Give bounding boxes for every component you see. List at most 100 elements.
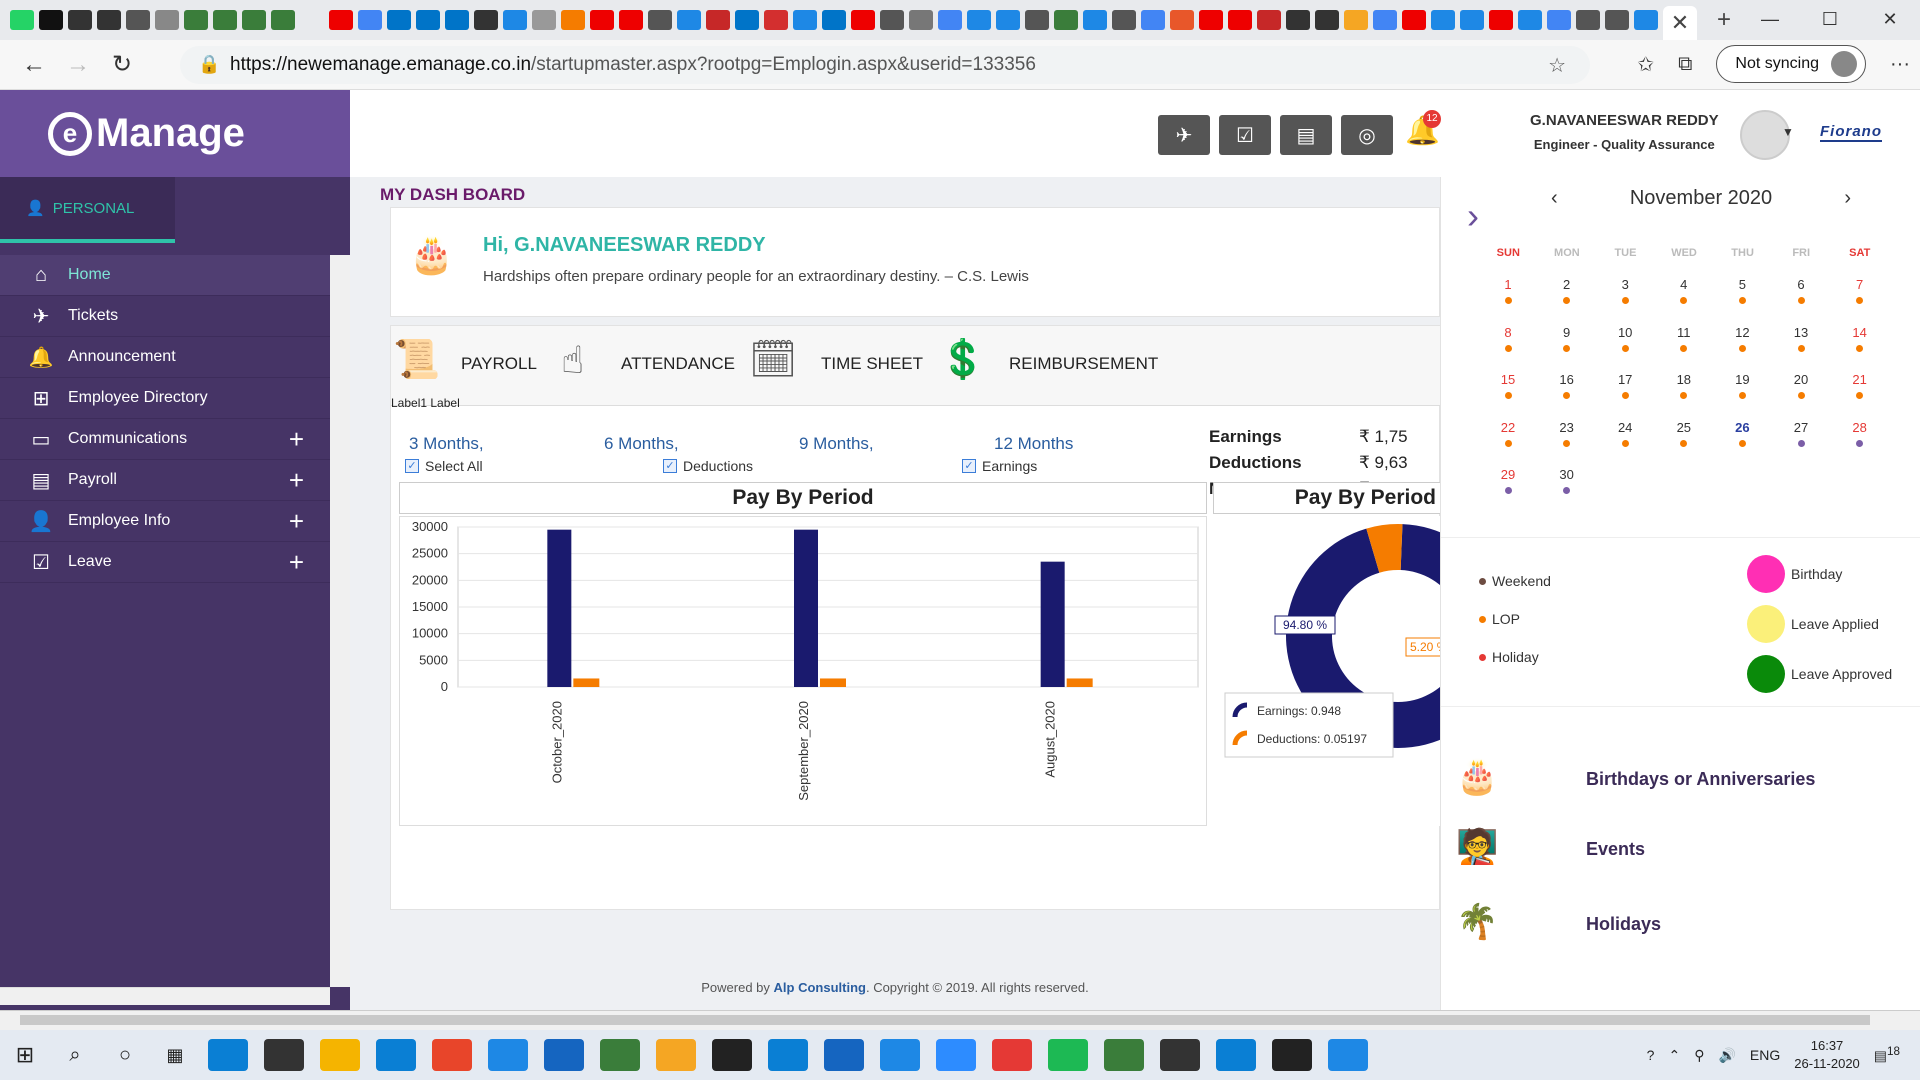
document-button[interactable]: ▤	[1280, 115, 1332, 155]
period-6-months[interactable]: 6 Months,	[604, 434, 679, 454]
calendar-day[interactable]: 25	[1655, 420, 1713, 447]
browser-tab-icon[interactable]	[706, 10, 730, 30]
footer-link[interactable]: Alp Consulting	[774, 980, 866, 995]
holidays-section[interactable]: 🌴 Holidays	[1441, 902, 1920, 962]
browser-tab-icon[interactable]	[445, 10, 469, 30]
calendar-day[interactable]: 19	[1713, 372, 1771, 399]
biometric-button[interactable]: ◎	[1341, 115, 1393, 155]
taskbar-app-icon[interactable]	[712, 1039, 752, 1071]
browser-tab-icon[interactable]	[938, 10, 962, 30]
expand-panel-arrow-icon[interactable]: ›	[1467, 195, 1479, 237]
expand-plus-icon[interactable]: +	[289, 547, 304, 578]
browser-tab-icon[interactable]	[68, 10, 92, 30]
browser-tab-icon[interactable]	[503, 10, 527, 30]
sidebar-item-tickets[interactable]: ✈ Tickets	[0, 296, 330, 337]
taskbar-app-icon[interactable]	[880, 1039, 920, 1071]
browser-tab-icon[interactable]	[329, 10, 353, 30]
browser-tab-icon[interactable]	[1518, 10, 1542, 30]
browser-tab-icon[interactable]	[39, 10, 63, 30]
browser-tab-icon[interactable]	[358, 10, 382, 30]
browser-tab-icon[interactable]	[1489, 10, 1513, 30]
browser-tab-icon[interactable]	[1402, 10, 1426, 30]
taskbar-app-icon[interactable]	[376, 1039, 416, 1071]
browser-tab-icon[interactable]	[1199, 10, 1223, 30]
taskbar-app-icon[interactable]	[1328, 1039, 1368, 1071]
prev-month-button[interactable]: ‹	[1551, 187, 1558, 210]
clock[interactable]: 16:37 26-11-2020	[1794, 1037, 1860, 1073]
browser-tab-icon[interactable]	[532, 10, 556, 30]
calendar-day[interactable]: 6	[1772, 277, 1830, 304]
hand-pointer-icon[interactable]: ☝	[561, 338, 584, 383]
browser-tab-icon[interactable]	[155, 10, 179, 30]
browser-tab-icon[interactable]	[590, 10, 614, 30]
taskbar-app-icon[interactable]	[656, 1039, 696, 1071]
browser-tab-icon[interactable]	[822, 10, 846, 30]
calendar-day[interactable]: 20	[1772, 372, 1830, 399]
calendar-day[interactable]: 27	[1772, 420, 1830, 447]
select-all-checkbox[interactable]: ✓ Select All	[405, 458, 483, 474]
browser-tab-icon[interactable]	[561, 10, 585, 30]
page-horizontal-scrollbar[interactable]	[0, 1010, 1920, 1030]
browser-tab-icon[interactable]	[1315, 10, 1339, 30]
taskbar-app-icon[interactable]	[432, 1039, 472, 1071]
sidebar-item-home[interactable]: ⌂ Home	[0, 255, 330, 296]
taskbar-app-icon[interactable]	[1272, 1039, 1312, 1071]
calendar-day[interactable]: 3	[1596, 277, 1654, 304]
expand-plus-icon[interactable]: +	[289, 506, 304, 537]
taskbar-app-icon[interactable]	[544, 1039, 584, 1071]
taskbar-app-icon[interactable]	[824, 1039, 864, 1071]
browser-tab-icon[interactable]	[677, 10, 701, 30]
calendar-day[interactable]: 13	[1772, 325, 1830, 352]
events-section[interactable]: 🧑‍🏫 Events	[1441, 827, 1920, 887]
calendar-day[interactable]: 28	[1831, 420, 1889, 447]
calendar-day[interactable]: 12	[1713, 325, 1771, 352]
birthdays-section[interactable]: 🎂 Birthdays or Anniversaries	[1441, 757, 1920, 817]
browser-tab-icon[interactable]	[1431, 10, 1455, 30]
sidebar-item-payroll[interactable]: ▤ Payroll +	[0, 460, 330, 501]
calendar-day[interactable]: 17	[1596, 372, 1654, 399]
browser-tab-icon[interactable]	[1605, 10, 1629, 30]
scrollbar-thumb[interactable]	[20, 1015, 1870, 1025]
earnings-checkbox[interactable]: ✓ Earnings	[962, 458, 1037, 474]
browser-tab-icon[interactable]	[1286, 10, 1310, 30]
tab-timesheet[interactable]: TIME SHEET	[821, 354, 923, 374]
calendar-button[interactable]: ☑	[1219, 115, 1271, 155]
notification-center-icon[interactable]: ▤18	[1874, 1045, 1900, 1065]
more-menu-icon[interactable]: ···	[1890, 53, 1910, 76]
forward-icon[interactable]: →	[56, 51, 100, 79]
taskbar-app-icon[interactable]	[1216, 1039, 1256, 1071]
calendar-day[interactable]: 22	[1479, 420, 1537, 447]
tickets-button[interactable]: ✈	[1158, 115, 1210, 155]
period-3-months[interactable]: 3 Months,	[409, 434, 484, 454]
browser-tab-icon[interactable]	[1257, 10, 1281, 30]
browser-tab-icon[interactable]	[1083, 10, 1107, 30]
calendar-day[interactable]: 15	[1479, 372, 1537, 399]
browser-tab-icon[interactable]	[271, 10, 295, 30]
timesheet-icon[interactable]: 🗓	[749, 338, 797, 382]
taskbar-app-icon[interactable]	[488, 1039, 528, 1071]
sidebar-item-leave[interactable]: ☑ Leave +	[0, 542, 330, 583]
calendar-day[interactable]: 29	[1479, 467, 1537, 494]
calendar-day[interactable]: 18	[1655, 372, 1713, 399]
taskbar-app-icon[interactable]	[208, 1039, 248, 1071]
browser-tab-icon[interactable]	[909, 10, 933, 30]
browser-tab-icon[interactable]	[851, 10, 875, 30]
volume-icon[interactable]: 🔊	[1718, 1047, 1735, 1064]
sidebar-item-employee-directory[interactable]: ⊞ Employee Directory	[0, 378, 330, 419]
calendar-day[interactable]: 14	[1831, 325, 1889, 352]
chevron-down-icon[interactable]: ▼	[1782, 125, 1794, 139]
sync-button[interactable]: Not syncing	[1716, 45, 1867, 83]
browser-tab-icon[interactable]	[1576, 10, 1600, 30]
url-field[interactable]: 🔒 https://newemanage.emanage.co.in /star…	[180, 46, 1590, 84]
sidebar-horizontal-scrollbar[interactable]	[0, 987, 330, 1005]
browser-tab-icon[interactable]	[1170, 10, 1194, 30]
browser-tab-icon[interactable]	[300, 10, 324, 30]
browser-tab-icon[interactable]	[416, 10, 440, 30]
expand-plus-icon[interactable]: +	[289, 465, 304, 496]
taskbar-app-icon[interactable]	[768, 1039, 808, 1071]
tab-reimbursement[interactable]: REIMBURSEMENT	[1009, 354, 1158, 374]
calendar-day[interactable]: 7	[1831, 277, 1889, 304]
tab-payroll[interactable]: PAYROLL	[461, 354, 537, 374]
cortana-icon[interactable]: ○	[100, 1044, 150, 1067]
payroll-icon[interactable]: 📜	[393, 338, 440, 382]
